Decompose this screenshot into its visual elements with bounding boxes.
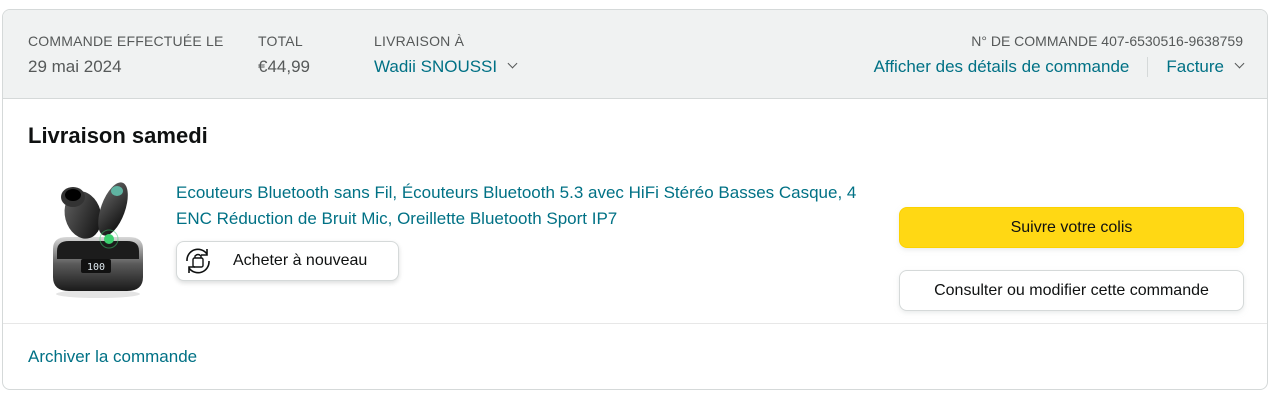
order-header: COMMANDE EFFECTUÉE LE 29 mai 2024 TOTAL … <box>3 10 1267 99</box>
chevron-down-icon <box>1234 58 1245 69</box>
order-details-link[interactable]: Afficher des détails de commande <box>874 56 1130 78</box>
order-total-column: TOTAL €44,99 <box>258 32 310 78</box>
order-date-column: COMMANDE EFFECTUÉE LE 29 mai 2024 <box>28 32 224 78</box>
ship-to-label: LIVRAISON À <box>374 33 465 49</box>
track-package-button[interactable]: Suivre votre colis <box>899 207 1244 248</box>
ship-to-column: LIVRAISON À Wadii SNOUSSI <box>374 32 518 78</box>
order-date-value: 29 mai 2024 <box>28 57 122 76</box>
buy-again-label: Acheter à nouveau <box>233 252 368 269</box>
buy-again-icon <box>181 244 215 278</box>
delivery-status-title: Livraison samedi <box>28 123 208 148</box>
order-card: COMMANDE EFFECTUÉE LE 29 mai 2024 TOTAL … <box>2 9 1268 390</box>
chevron-down-icon <box>507 58 518 69</box>
order-number: N° DE COMMANDE 407-6530516-9638759 <box>971 33 1243 49</box>
invoice-dropdown[interactable]: Facture <box>1166 56 1245 78</box>
invoice-link-label: Facture <box>1166 57 1224 76</box>
order-footer: Archiver la commande <box>3 324 1267 389</box>
archive-order-link[interactable]: Archiver la commande <box>28 346 197 368</box>
order-number-column: N° DE COMMANDE 407-6530516-9638759 Affic… <box>874 32 1245 78</box>
order-date-label: COMMANDE EFFECTUÉE LE <box>28 33 224 49</box>
ship-to-recipient-link[interactable]: Wadii SNOUSSI <box>374 56 518 78</box>
shipment-box: Livraison samedi 100 Ecouteurs Bluetooth… <box>3 99 1267 324</box>
divider <box>1147 57 1149 77</box>
earbuds-product-image[interactable]: 100 <box>43 177 153 299</box>
order-total-label: TOTAL <box>258 33 303 49</box>
view-edit-order-button[interactable]: Consulter ou modifier cette commande <box>899 270 1244 311</box>
order-total-value: €44,99 <box>258 57 310 76</box>
battery-display-text: 100 <box>87 262 105 273</box>
ship-to-recipient-name: Wadii SNOUSSI <box>374 57 498 76</box>
buy-again-button[interactable]: Acheter à nouveau <box>176 241 399 281</box>
product-title-link[interactable]: Ecouteurs Bluetooth sans Fil, Écouteurs … <box>176 180 866 232</box>
